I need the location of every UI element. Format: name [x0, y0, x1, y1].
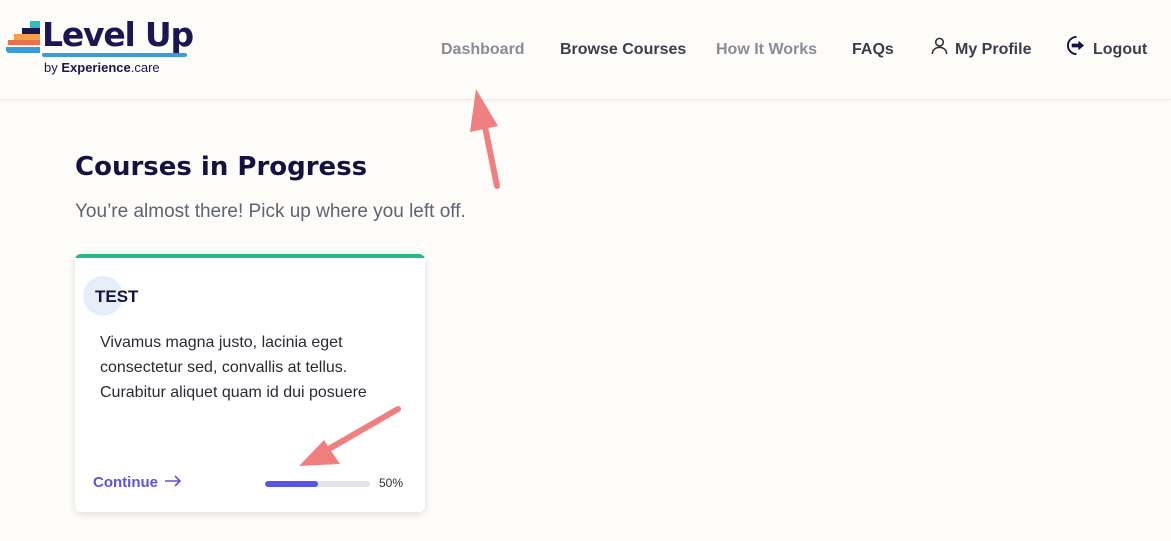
top-header: Level Up by Experience.care Dashboard Br…	[0, 0, 1171, 100]
nav-how-it-works-label: How It Works	[716, 41, 818, 58]
nav-my-profile-label: My Profile	[955, 41, 1032, 58]
page-title: Courses in Progress	[75, 152, 368, 182]
user-icon	[930, 36, 949, 65]
nav-logout[interactable]: Logout	[1066, 34, 1148, 66]
nav-browse-courses[interactable]: Browse Courses	[560, 36, 686, 64]
page-subtitle: You’re almost there! Pick up where you l…	[75, 201, 466, 222]
stairs-logo-icon	[6, 21, 46, 57]
nav-faqs-label: FAQs	[852, 41, 894, 58]
level-up-logo[interactable]: Level Up by Experience.care	[6, 15, 196, 79]
course-title: TEST	[95, 287, 139, 306]
arrow-right-icon	[164, 474, 182, 491]
nav-faqs[interactable]: FAQs	[852, 36, 894, 64]
nav-dashboard[interactable]: Dashboard	[441, 36, 525, 64]
card-accent-bar	[75, 254, 425, 258]
nav-logout-label: Logout	[1093, 41, 1148, 58]
annotation-arrow-up-icon	[470, 89, 500, 189]
nav-dashboard-label: Dashboard	[441, 41, 525, 58]
continue-label: Continue	[93, 474, 158, 491]
progress-percent: 50%	[379, 476, 404, 490]
course-description: Vivamus magna justo, lacinia eget consec…	[100, 334, 367, 401]
continue-button[interactable]: Continue	[93, 474, 182, 491]
logo-underline	[42, 53, 187, 57]
nav-browse-courses-label: Browse Courses	[560, 41, 687, 58]
logout-icon	[1066, 34, 1087, 66]
nav-how-it-works[interactable]: How It Works	[716, 36, 817, 64]
logo-wordmark: Level Up	[42, 15, 194, 54]
progress-bar	[265, 481, 370, 487]
nav-my-profile[interactable]: My Profile	[930, 36, 1031, 64]
course-card[interactable]: TEST Vivamus magna justo, lacinia eget c…	[75, 254, 425, 512]
logo-byline: by Experience.care	[44, 60, 160, 75]
progress-bar-fill	[265, 481, 318, 487]
